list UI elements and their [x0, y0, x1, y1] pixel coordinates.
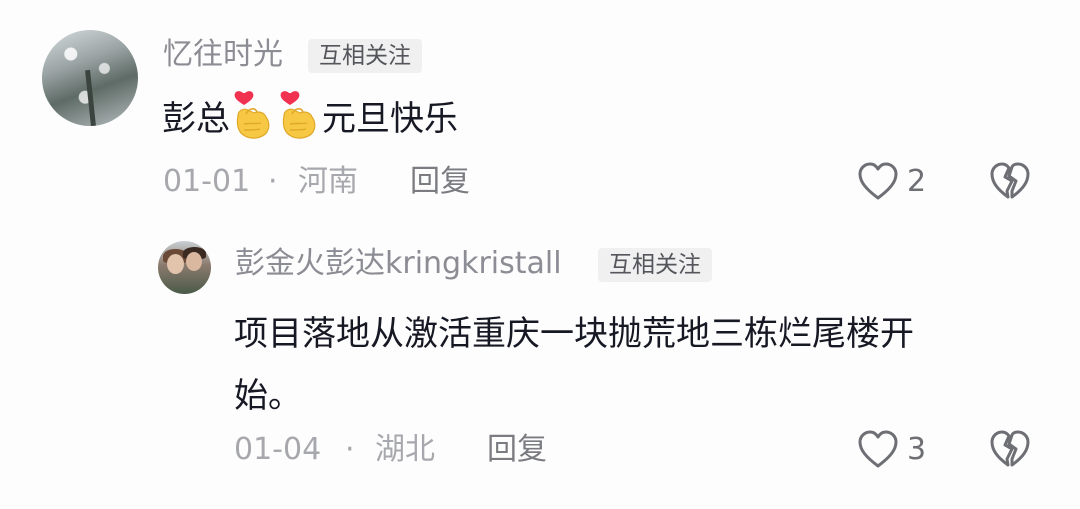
comment-text-before: 彭总: [162, 99, 230, 139]
reply-location: 湖北: [375, 432, 435, 467]
reply-text-line: 始。: [234, 376, 302, 416]
meta-separator: ·: [345, 432, 355, 467]
reply-text: 项目落地从激活重庆一块抛荒地三栋烂尾楼开 始。: [234, 303, 914, 427]
mutual-follow-badge: 互相关注: [598, 248, 712, 282]
reply-date: 01-04: [234, 432, 322, 467]
reply-text-line: 项目落地从激活重庆一块抛荒地三栋烂尾楼开: [234, 314, 914, 354]
finger-heart-emoji: [276, 90, 322, 140]
comment-text-after: 元旦快乐: [322, 99, 458, 139]
comment-item: 忆往时光 互相关注 彭总 元旦快乐 01-01 · 河南 回复 2: [0, 0, 1080, 220]
heart-outline-icon[interactable]: [856, 428, 900, 472]
avatar[interactable]: [158, 241, 211, 294]
reply-button[interactable]: 回复: [410, 162, 470, 202]
like-count: 3: [907, 432, 927, 467]
avatar[interactable]: [42, 30, 138, 126]
reply-username[interactable]: 彭金火彭达kringkristall: [235, 244, 562, 284]
meta-separator: ·: [268, 164, 278, 199]
comment-location: 河南: [298, 164, 358, 199]
like-count: 2: [907, 164, 927, 199]
comment-date: 01-01: [163, 164, 251, 199]
broken-heart-icon[interactable]: [988, 428, 1032, 472]
broken-heart-icon[interactable]: [988, 160, 1032, 204]
comment-username[interactable]: 忆往时光: [163, 35, 283, 75]
reply-button[interactable]: 回复: [487, 430, 547, 470]
heart-outline-icon[interactable]: [856, 160, 900, 204]
finger-heart-emoji: [230, 90, 276, 140]
comment-text: 彭总 元旦快乐: [162, 90, 458, 147]
reply-item: 彭金火彭达kringkristall 互相关注 项目落地从激活重庆一块抛荒地三栋…: [0, 220, 1080, 509]
mutual-follow-badge: 互相关注: [308, 39, 422, 73]
